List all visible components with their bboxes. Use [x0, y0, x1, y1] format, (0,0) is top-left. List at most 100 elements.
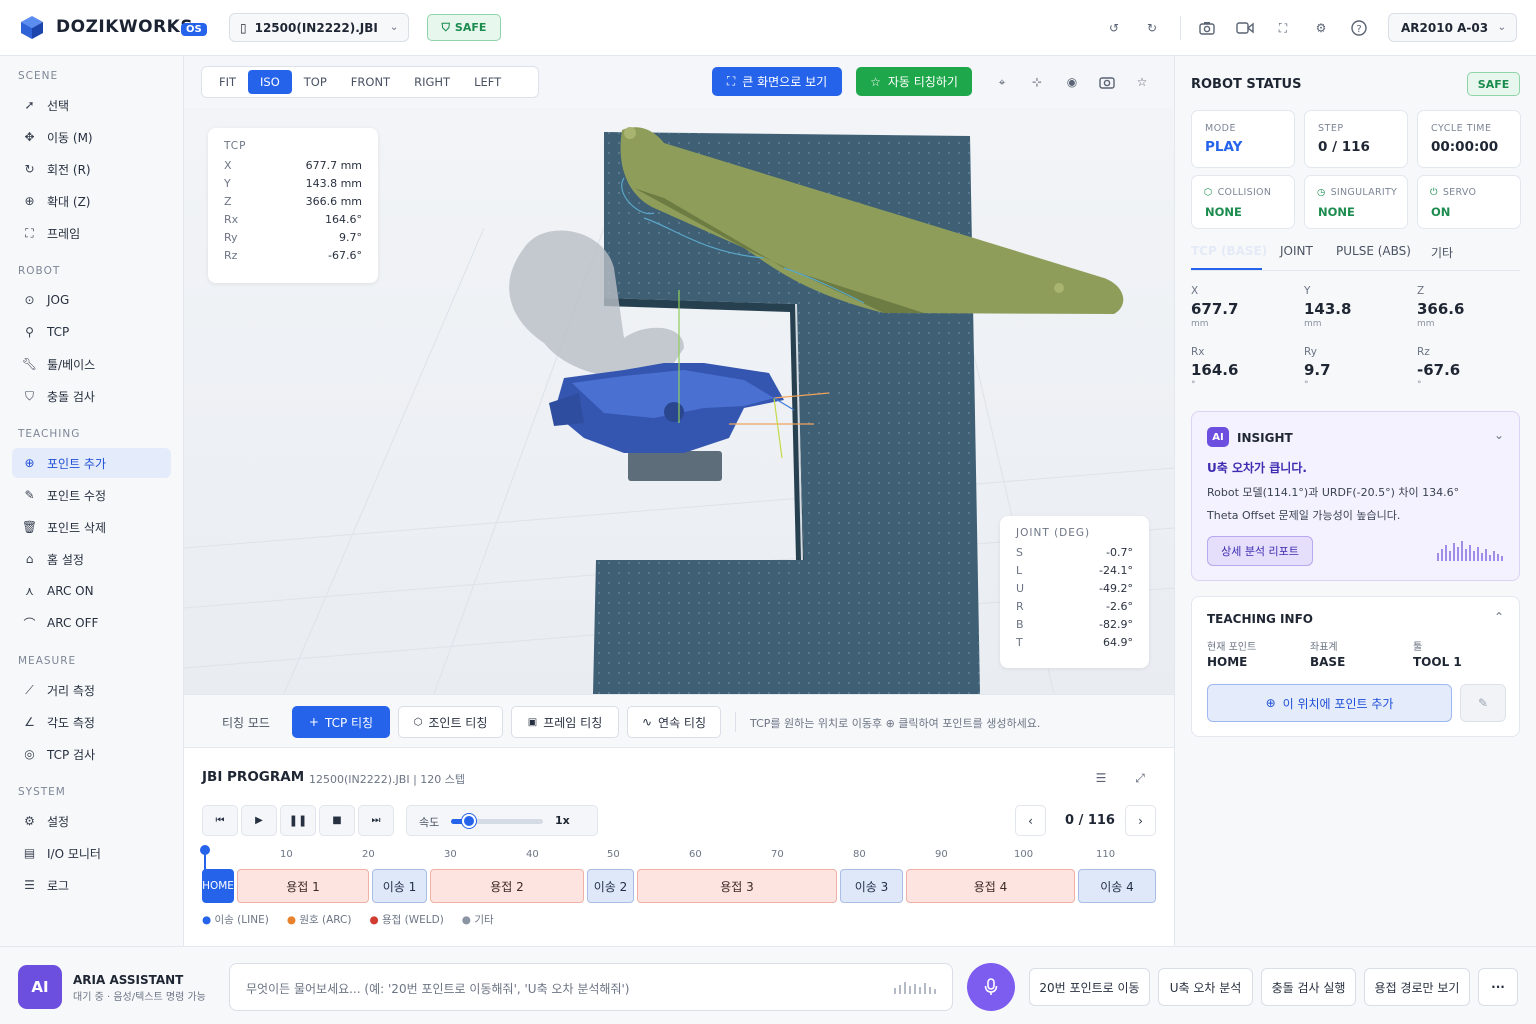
settings-icon[interactable]: ⚙: [1310, 17, 1332, 39]
speed-slider[interactable]: [451, 814, 543, 828]
pause-button[interactable]: ❚❚: [280, 805, 316, 836]
add-circle-icon: ⊕: [1265, 696, 1276, 710]
insight-line-2: Theta Offset 문제일 가능성이 높습니다.: [1207, 509, 1401, 522]
sidebar-item-arc-off[interactable]: ⌒ ARC OFF: [12, 608, 171, 638]
timeline-tick: 30: [444, 849, 457, 860]
teach-hint: TCP를 원하는 위치로 이동후 ⊕ 클릭하여 포인트를 생성하세요.: [750, 717, 1041, 730]
3d-viewport[interactable]: TCP X 677.7 mm Y 143.8 mm Z 366.6 mm Rx 164.…: [184, 108, 1174, 694]
mic-button[interactable]: [967, 963, 1015, 1011]
redo-icon[interactable]: ↻: [1141, 17, 1163, 39]
sidebar-item-settings[interactable]: ⚙ 설정: [12, 806, 171, 836]
quick-action-u-axis[interactable]: U축 오차 분석: [1158, 968, 1253, 1006]
sidebar-item-log[interactable]: ☰ 로그: [12, 870, 171, 900]
auto-teach-button[interactable]: ☆ 자동 티칭하기: [856, 67, 972, 96]
tab-front[interactable]: FRONT: [339, 70, 402, 94]
continuous-teach-button[interactable]: ∿ 연속 티칭: [627, 706, 721, 738]
edit-point-button[interactable]: ✎: [1460, 684, 1506, 722]
shield-check-icon: ⛉: [24, 388, 34, 403]
assistant-input[interactable]: 무엇이든 물어보세요... (예: '20번 포인트로 이동해줘', 'U축 오…: [229, 963, 953, 1011]
quick-action-weld-path[interactable]: 용접 경로만 보기: [1364, 968, 1470, 1006]
sidebar-item-tcp[interactable]: ⚲ TCP: [12, 317, 171, 347]
segment-weld-2[interactable]: 용접 2: [430, 869, 584, 903]
segment-weld-1[interactable]: 용접 1: [237, 869, 369, 903]
expand-icon[interactable]: ⤢: [1129, 767, 1151, 789]
fullscreen-view-button[interactable]: ⛶ 큰 화면으로 보기: [712, 67, 842, 96]
speed-slider-knob[interactable]: [462, 814, 477, 828]
quick-action-move-20[interactable]: 20번 포인트로 이동: [1029, 968, 1150, 1006]
sidebar-item-home[interactable]: ⌂ 홈 설정: [12, 544, 171, 574]
add-circle-icon: ⊕: [24, 456, 35, 470]
add-point-here-button[interactable]: ⊕ 이 위치에 포인트 추가: [1207, 684, 1452, 722]
waveform-icon: [1437, 541, 1503, 561]
sidebar-item-add-point[interactable]: ⊕ 포인트 추가: [12, 448, 171, 478]
playhead-knob[interactable]: [200, 845, 210, 855]
sidebar-item-edit-point[interactable]: ✎ 포인트 수정: [12, 480, 171, 510]
eye-icon[interactable]: ◉: [1061, 71, 1083, 93]
target-icon[interactable]: ⊹: [1026, 71, 1048, 93]
segment-weld-3[interactable]: 용접 3: [637, 869, 837, 903]
camera-icon[interactable]: [1196, 17, 1218, 39]
segment-home[interactable]: HOME: [202, 869, 234, 903]
segment-move-4[interactable]: 이송 4: [1078, 869, 1156, 903]
play-icon: ▶: [255, 815, 263, 826]
video-icon[interactable]: [1234, 17, 1256, 39]
sidebar-item-collision[interactable]: ⛉ 충돌 검사: [12, 381, 171, 411]
skip-forward-button[interactable]: ⏭: [358, 805, 394, 836]
robot-status-title: ROBOT STATUS: [1191, 77, 1302, 92]
star-icon[interactable]: ☆: [1131, 71, 1153, 93]
robot-selector[interactable]: AR2010 A-03 ⌄: [1388, 13, 1517, 42]
sidebar-item-tcp-check[interactable]: ◎ TCP 검사: [12, 739, 171, 769]
sidebar-item-move[interactable]: ✥ 이동 (M): [12, 122, 171, 152]
segment-weld-4[interactable]: 용접 4: [906, 869, 1075, 903]
list-icon[interactable]: ☰: [1090, 767, 1112, 789]
jbi-title: JBI PROGRAM: [202, 769, 305, 785]
tab-joint[interactable]: JOINT: [1280, 244, 1313, 258]
camera-icon[interactable]: [1096, 71, 1118, 93]
sidebar-item-frame[interactable]: ⛶ 프레임: [12, 218, 171, 248]
joint-teach-button[interactable]: ⬡ 조인트 티칭: [398, 706, 503, 738]
quick-action-collision[interactable]: 충돌 검사 실행: [1261, 968, 1356, 1006]
sidebar-item-rotate[interactable]: ↻ 회전 (R): [12, 154, 171, 184]
assistant-bar: AI ARIA ASSISTANT 대기 중 · 음성/텍스트 명령 가능 무엇…: [0, 946, 1536, 1024]
sidebar-item-delete-point[interactable]: 🗑︎ 포인트 삭제: [12, 512, 171, 542]
robot-body[interactable]: [549, 363, 784, 481]
prev-step-button[interactable]: ‹: [1015, 805, 1046, 836]
tab-other[interactable]: 기타: [1431, 244, 1453, 261]
tab-iso[interactable]: ISO: [248, 70, 292, 94]
crosshair-icon[interactable]: ⌖: [991, 71, 1013, 93]
file-selector[interactable]: ▯ 12500(IN2222).JBI ⌄: [229, 13, 409, 42]
tab-pulse[interactable]: PULSE (ABS): [1336, 244, 1411, 258]
skip-back-button[interactable]: ⏮: [202, 805, 238, 836]
undo-icon[interactable]: ↺: [1103, 17, 1125, 39]
tab-fit[interactable]: FIT: [207, 70, 248, 94]
tab-tcp-base[interactable]: TCP (BASE): [1191, 244, 1267, 258]
segment-move-1[interactable]: 이송 1: [372, 869, 427, 903]
segment-move-3[interactable]: 이송 3: [840, 869, 903, 903]
sidebar-item-jog[interactable]: ⊙ JOG: [12, 285, 171, 315]
chevron-up-icon[interactable]: ⌃: [1494, 610, 1504, 624]
tab-right[interactable]: RIGHT: [402, 70, 462, 94]
frame-teach-button[interactable]: ▣ 프레임 티칭: [511, 706, 619, 738]
more-button[interactable]: ···: [1478, 968, 1518, 1006]
stop-button[interactable]: ■: [319, 805, 355, 836]
next-step-button[interactable]: ›: [1125, 805, 1156, 836]
sidebar-item-angle[interactable]: ∠ 각도 측정: [12, 707, 171, 737]
help-icon[interactable]: ?: [1348, 17, 1370, 39]
sidebar-item-io-monitor[interactable]: ▤ I/O 모니터: [12, 838, 171, 868]
sidebar-item-arc-on[interactable]: ⋏ ARC ON: [12, 576, 171, 606]
tab-top[interactable]: TOP: [292, 70, 339, 94]
joint-row: U -49.2°: [1016, 581, 1133, 595]
detail-report-button[interactable]: 상세 분석 리포트: [1207, 536, 1313, 566]
timeline-tick: 60: [689, 849, 702, 860]
tcp-teach-button[interactable]: + TCP 티칭: [292, 706, 390, 738]
fullscreen-icon[interactable]: ⛶: [1272, 17, 1294, 39]
sidebar-item-select[interactable]: ➚ 선택: [12, 90, 171, 120]
tab-left[interactable]: LEFT: [462, 70, 513, 94]
sidebar-item-tool-base[interactable]: 🔧︎ 툴/베이스: [12, 349, 171, 379]
segment-move-2[interactable]: 이송 2: [587, 869, 634, 903]
chevron-down-icon[interactable]: ⌄: [1494, 428, 1504, 442]
sidebar-item-zoom[interactable]: ⊕ 확대 (Z): [12, 186, 171, 216]
play-button[interactable]: ▶: [241, 805, 277, 836]
expand-icon: ⛶: [726, 74, 736, 88]
sidebar-item-distance[interactable]: ⟋ 거리 측정: [12, 675, 171, 705]
